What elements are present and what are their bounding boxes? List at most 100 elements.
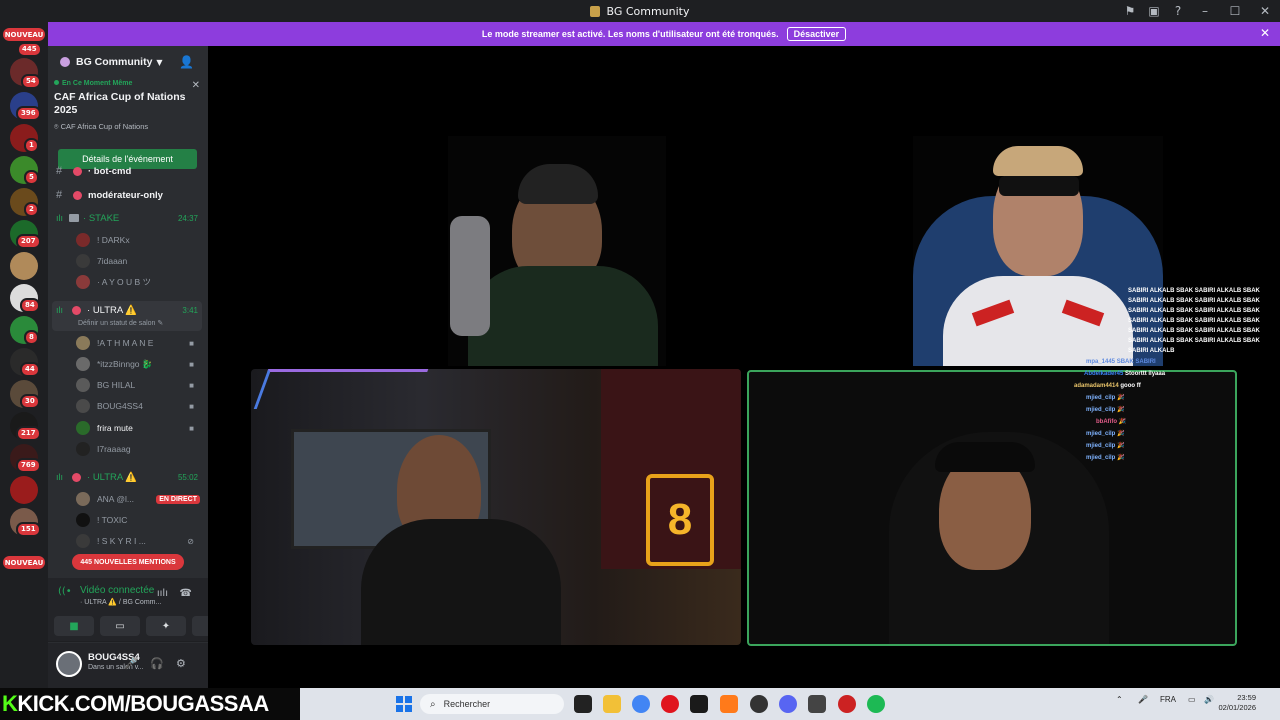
chat-message: mjied_cilp 🎉 bbox=[1086, 455, 1125, 461]
jacket bbox=[361, 519, 561, 645]
shirt bbox=[468, 266, 658, 366]
spotify-icon[interactable] bbox=[867, 695, 885, 713]
chrome-icon[interactable] bbox=[632, 695, 650, 713]
settings-gear-icon[interactable]: ⚙ bbox=[176, 657, 186, 670]
invite-people-icon[interactable]: 👤 bbox=[179, 55, 194, 69]
voice-user[interactable]: BOUG4SS4 ■ bbox=[76, 396, 202, 416]
voice-channel-ultra[interactable]: ılı · ULTRA ⚠️ 3:41 bbox=[56, 300, 204, 320]
activities-button[interactable]: ✦ bbox=[146, 616, 186, 636]
video-tile-2[interactable] bbox=[913, 136, 1163, 366]
banner-close-icon[interactable]: ✕ bbox=[1260, 26, 1270, 40]
tray-mic-icon[interactable]: 🎤 bbox=[1138, 695, 1148, 704]
server-icon[interactable] bbox=[10, 476, 38, 504]
camera-icon: ■ bbox=[189, 359, 194, 369]
event-card: En Ce Moment Même CAF Africa Cup of Nati… bbox=[54, 80, 202, 172]
taskbar-clock[interactable]: 23:59 02/01/2026 bbox=[1218, 693, 1256, 713]
server-logo-icon bbox=[590, 5, 601, 17]
network-icon[interactable]: ▭ bbox=[1188, 695, 1196, 704]
camera-icon: ■ bbox=[189, 380, 194, 390]
voice-channel-ultra-2[interactable]: ılı · ULTRA ⚠️ 55:02 bbox=[56, 467, 204, 487]
mention-badge: 207 bbox=[16, 234, 41, 249]
mention-badge: 5 bbox=[24, 170, 39, 185]
voice-status[interactable]: Vidéo connectée bbox=[80, 585, 154, 596]
camera-button[interactable]: ■ bbox=[54, 616, 94, 636]
voice-icon: ılı bbox=[56, 213, 64, 223]
new-mentions-button[interactable]: 445 NOUVELLES MENTIONS bbox=[72, 554, 184, 570]
window-title-text: BG Community bbox=[606, 4, 690, 18]
video-tile-3[interactable]: 8 bbox=[251, 369, 741, 645]
voice-user[interactable]: ! S K Y R I ... ⊘ bbox=[76, 531, 202, 551]
server-icon[interactable] bbox=[10, 252, 38, 280]
deactivate-button[interactable]: Désactiver bbox=[786, 27, 847, 41]
hair bbox=[935, 442, 1035, 472]
chat-message: mjied_cilp 🎉 bbox=[1086, 407, 1125, 413]
screen-share-button[interactable]: ▭ bbox=[100, 616, 140, 636]
voice-user[interactable]: I7raaaag bbox=[76, 439, 202, 459]
mention-badge: 54 bbox=[21, 74, 41, 89]
close-window-button[interactable]: ✕ bbox=[1250, 0, 1280, 22]
steam-icon[interactable] bbox=[750, 695, 768, 713]
voice-channel-stake[interactable]: ılı · STAKE 24:37 bbox=[56, 208, 204, 228]
deafened-icon: ⊘ bbox=[187, 536, 194, 546]
voice-connection-panel: ((• Vidéo connectée · ULTRA ⚠️ / BG Comm… bbox=[48, 578, 232, 642]
voice-user[interactable]: ANA @l... EN DIRECT bbox=[76, 489, 202, 509]
app-icon[interactable] bbox=[808, 695, 826, 713]
taskbar-search[interactable]: ⌕ Rechercher bbox=[420, 694, 564, 714]
new-unreads-bottom[interactable]: NOUVEAU bbox=[3, 556, 45, 569]
video-tile-1[interactable] bbox=[448, 136, 666, 366]
chat-message: adamadam4414 gooo ff bbox=[1074, 383, 1141, 389]
mention-badge: 44 bbox=[20, 362, 40, 377]
inbox-icon[interactable]: ⚑ bbox=[1118, 0, 1142, 22]
banner-message: Le mode streamer est activé. Les noms d'… bbox=[481, 29, 779, 39]
voice-timer: 24:37 bbox=[177, 213, 198, 223]
noise-suppression-icon[interactable]: ıılı bbox=[157, 588, 168, 599]
disconnect-icon[interactable]: ☎ bbox=[180, 588, 192, 599]
mention-badge: 84 bbox=[20, 298, 40, 313]
cap bbox=[518, 164, 598, 204]
no-entry-icon bbox=[72, 472, 82, 482]
server-header[interactable]: BG Community ▼ 👤 bbox=[48, 46, 208, 78]
headset-icon[interactable]: 🎧 bbox=[150, 657, 164, 670]
channel-status[interactable]: Définir un statut de salon ✎ bbox=[78, 319, 163, 327]
opera-icon[interactable] bbox=[661, 695, 679, 713]
file-explorer-icon[interactable] bbox=[603, 695, 621, 713]
event-close-icon[interactable]: ✕ bbox=[192, 80, 200, 91]
discord-icon[interactable] bbox=[779, 695, 797, 713]
voice-user[interactable]: frira mute ■ bbox=[76, 418, 202, 438]
input-language[interactable]: FRA bbox=[1160, 695, 1176, 704]
video-stage: SABIRI ALKALB SBAK SABIRI ALKALB SBAK SA… bbox=[208, 46, 1280, 688]
camera-icon: ■ bbox=[189, 338, 194, 348]
event-location: ⌾ CAF Africa Cup of Nations bbox=[54, 122, 149, 131]
microphone-icon[interactable]: 🎤 bbox=[124, 657, 138, 670]
server-name: BG Community bbox=[76, 56, 153, 68]
voice-user[interactable]: *itzzBinngo 🐉 ■ bbox=[76, 354, 202, 374]
event-live-label: En Ce Moment Même bbox=[54, 80, 202, 87]
windows-start-icon[interactable] bbox=[396, 696, 412, 712]
voice-user[interactable]: BG HILAL ■ bbox=[76, 375, 202, 395]
voice-user[interactable]: ! DARKx bbox=[76, 230, 202, 250]
terminal-icon[interactable] bbox=[690, 695, 708, 713]
volume-icon[interactable]: 🔊 bbox=[1204, 695, 1214, 704]
help-icon[interactable]: ? bbox=[1166, 0, 1190, 22]
avatar[interactable] bbox=[56, 651, 82, 677]
voice-user[interactable]: 7idaaan bbox=[76, 251, 202, 271]
camera-icon: ■ bbox=[189, 401, 194, 411]
chat-message: mjied_cilp 🎉 bbox=[1086, 431, 1125, 437]
voice-user[interactable]: · A Y O U B ツ bbox=[76, 272, 202, 292]
app-icon[interactable] bbox=[720, 695, 738, 713]
voice-user[interactable]: ! TOXIC bbox=[76, 510, 202, 530]
voice-location[interactable]: · ULTRA ⚠️ / BG Comm... bbox=[80, 598, 161, 606]
tray-chevron-icon[interactable]: ⌃ bbox=[1116, 695, 1123, 704]
screen-share-icon[interactable]: ▣ bbox=[1142, 0, 1166, 22]
maximize-button[interactable]: ☐ bbox=[1220, 0, 1250, 22]
new-unreads-top[interactable]: NOUVEAU bbox=[3, 28, 45, 41]
voice-user[interactable]: !A T H M A N E ■ bbox=[76, 333, 202, 353]
voice-timer: 55:02 bbox=[177, 472, 198, 482]
channel-moderator-only[interactable]: # modérateur-only bbox=[56, 185, 204, 205]
task-view-icon[interactable] bbox=[574, 695, 592, 713]
minimize-button[interactable]: – bbox=[1190, 0, 1220, 22]
window-titlebar: BG Community ⚑ ▣ ? – ☐ ✕ bbox=[0, 0, 1280, 22]
channel-bot-cmd[interactable]: # · bot-cmd bbox=[56, 164, 204, 178]
app-icon[interactable] bbox=[838, 695, 856, 713]
voice-icon: ılı bbox=[56, 305, 64, 315]
